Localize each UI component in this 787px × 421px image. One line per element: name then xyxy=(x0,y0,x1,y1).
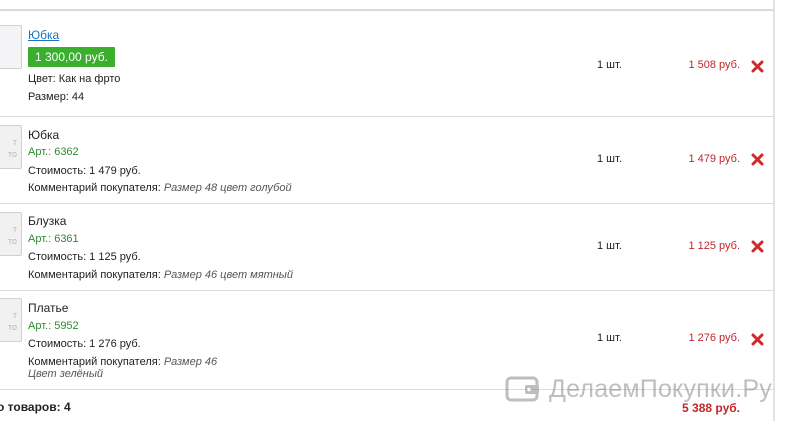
no-photo-placeholder: т то xyxy=(7,137,17,159)
row-sum: 1 508 руб. xyxy=(688,59,740,71)
comment-label: Комментарий покупателя: xyxy=(28,269,161,281)
row-divider xyxy=(0,290,773,291)
row-sum: 1 125 руб. xyxy=(688,240,740,252)
comment-label: Комментарий покупателя: xyxy=(28,356,161,368)
product-thumbnail[interactable]: т то xyxy=(0,125,22,169)
product-thumbnail[interactable]: т то xyxy=(0,212,22,256)
buyer-comment: Комментарий покупателя: Размер 48 цвет г… xyxy=(28,182,292,194)
price-badge: 1 300,00 руб. xyxy=(28,47,115,67)
cost-line: Стоимость: 1 479 руб. xyxy=(28,165,141,177)
comment-text-continued: Цвет зелёный xyxy=(28,368,104,380)
watermark-text: ДелаемПокупки.Ру xyxy=(549,374,772,403)
quantity: 1 шт. xyxy=(597,153,622,165)
delete-icon[interactable] xyxy=(751,153,764,166)
quantity: 1 шт. xyxy=(597,59,622,71)
product-thumbnail[interactable]: т то xyxy=(0,298,22,342)
cost-line: Стоимость: 1 276 руб. xyxy=(28,338,141,350)
row-divider xyxy=(0,116,773,117)
cost-line: Стоимость: 1 125 руб. xyxy=(28,251,141,263)
product-thumbnail[interactable] xyxy=(0,25,22,69)
buyer-comment: Комментарий покупателя: Размер 46 цвет м… xyxy=(28,269,293,281)
total-items-label: о товаров: 4 xyxy=(0,400,71,414)
no-photo-placeholder: т то xyxy=(7,224,17,246)
product-name: Блузка xyxy=(28,214,67,228)
product-name: Платье xyxy=(28,301,69,315)
quantity: 1 шт. xyxy=(597,332,622,344)
comment-text: Размер 46 цвет мятный xyxy=(163,269,294,281)
row-divider xyxy=(0,203,773,204)
row-sum: 1 276 руб. xyxy=(688,332,740,344)
right-border xyxy=(773,0,775,421)
watermark: ДелаемПокупки.Ру xyxy=(505,374,772,404)
article-number: Арт.: 6361 xyxy=(28,233,79,245)
article-number: Арт.: 5952 xyxy=(28,320,79,332)
buyer-comment: Комментарий покупателя: Размер 46 xyxy=(28,356,217,368)
row-sum: 1 479 руб. xyxy=(688,153,740,165)
product-name: Юбка xyxy=(28,128,60,142)
top-border xyxy=(0,9,775,11)
delete-icon[interactable] xyxy=(751,240,764,253)
product-name-link[interactable]: Юбка xyxy=(28,28,59,42)
delete-icon[interactable] xyxy=(751,60,764,73)
color-line: Цвет: Как на фрто xyxy=(28,73,121,85)
comment-text: Размер 48 цвет голубой xyxy=(163,182,292,194)
no-photo-placeholder: т то xyxy=(7,310,17,332)
delete-icon[interactable] xyxy=(751,333,764,346)
quantity: 1 шт. xyxy=(597,240,622,252)
wallet-icon xyxy=(505,376,539,402)
size-line: Размер: 44 xyxy=(28,91,85,103)
comment-text: Размер 46 xyxy=(163,356,218,368)
article-number: Арт.: 6362 xyxy=(28,146,79,158)
comment-label: Комментарий покупателя: xyxy=(28,182,161,194)
